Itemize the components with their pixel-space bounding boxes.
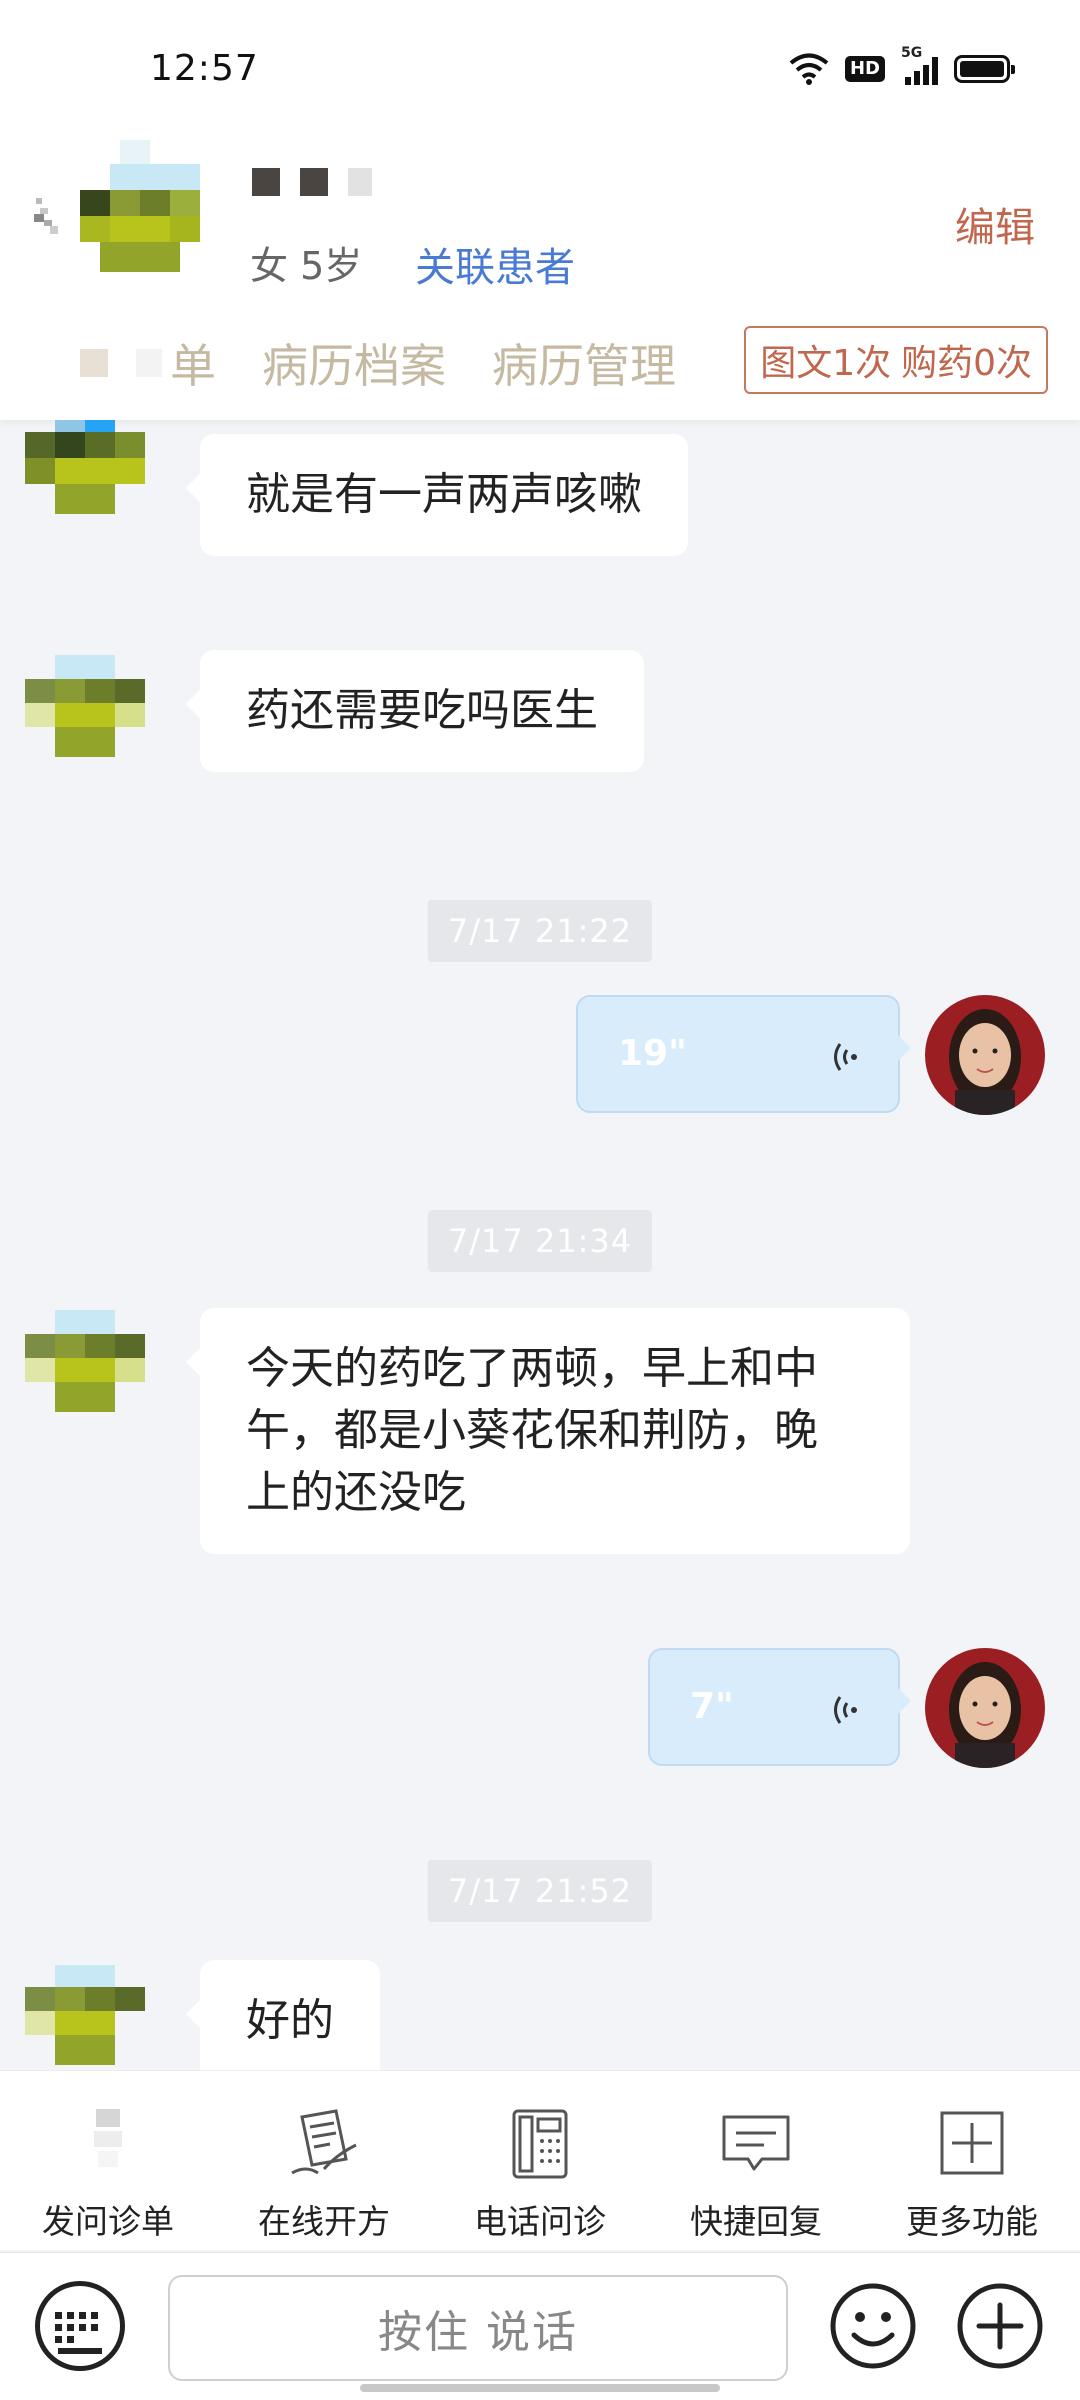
online-prescription-button[interactable]: 在线开方 [216,2071,432,2250]
voice-wave-icon [834,1043,857,1071]
patient-header: 女 5岁 关联患者 编辑 单 病历档案 病历管理 图文1次 购药0次 [0,140,1080,420]
tool-label: 发问诊单 [42,2202,174,2241]
patient-message-avatar[interactable] [25,420,170,530]
tool-label: 更多功能 [906,2202,1038,2241]
tool-label: 快捷回复 [690,2202,822,2241]
tab-order[interactable]: 单 [80,330,216,396]
service-count-badge[interactable]: 图文1次 购药0次 [744,326,1048,394]
more-functions-icon [940,2111,1004,2175]
purchase-count: 购药0次 [901,343,1032,384]
patient-name-redacted [252,168,372,198]
keyboard-toggle-icon[interactable] [35,2281,125,2371]
message-line: 今天的药吃了两顿，早上和中 [246,1343,818,1394]
voice-message[interactable]: 7" [648,1648,911,1766]
status-icons: HD 5G [789,45,1015,86]
cell-signal-icon: 5G [901,45,938,85]
wifi-icon [789,53,829,85]
voice-duration: 7" [690,1686,734,1727]
tab-order-label: 单 [170,339,216,393]
battery-icon [954,55,1015,83]
function-toolbar: 发问诊单 在线开方 电话问诊 快捷回复 更多功能 [0,2070,1080,2250]
message-bubble[interactable]: 好的 [186,1960,380,2070]
message-line: 上的还没吃 [246,1467,466,1518]
phone-consult-button[interactable]: 电话问诊 [432,2071,648,2250]
hd-badge: HD [844,56,885,82]
voice-wave-icon [834,1696,857,1724]
doctor-avatar[interactable] [925,995,1045,1115]
back-icon[interactable] [30,190,70,246]
questionnaire-icon [94,2109,122,2167]
link-patient-button[interactable]: 关联患者 [415,235,575,293]
voice-duration: 19" [618,1033,687,1074]
plus-icon[interactable] [955,2281,1045,2371]
message-timestamp: 7/17 21:52 [427,1860,653,1922]
message-timestamp: 7/17 21:22 [427,900,653,962]
input-bar: 按住 说话 [0,2252,1080,2400]
tab-medical-records[interactable]: 病历档案 [262,330,446,396]
tool-label: 在线开方 [258,2202,390,2241]
quick-reply-icon [722,2115,790,2171]
patient-gender-age: 女 5岁 [250,244,363,288]
patient-message-avatar[interactable] [25,655,170,775]
send-questionnaire-button[interactable]: 发问诊单 [0,2071,216,2250]
emoji-icon[interactable] [828,2281,918,2371]
chat-area[interactable]: 就是有一声两声咳嗽 药还需要吃吗医生 7/17 21:22 19" 7/17 2… [0,420,1080,2070]
phone-icon [512,2109,568,2179]
hold-to-talk-button[interactable]: 按住 说话 [168,2275,788,2381]
home-indicator [360,2384,720,2392]
message-bubble[interactable]: 药还需要吃吗医生 [186,650,644,772]
prescription-icon [291,2109,357,2175]
message-bubble[interactable]: 今天的药吃了两顿，早上和中 午，都是小葵花保和荆防，晚 上的还没吃 [186,1308,910,1554]
status-time: 12:57 [150,48,259,89]
consult-count: 图文1次 [760,343,892,384]
message-timestamp: 7/17 21:34 [427,1210,653,1272]
patient-avatar[interactable] [80,140,225,285]
message-line: 午，都是小葵花保和荆防，晚 [246,1405,818,1456]
tool-label: 电话问诊 [474,2202,606,2241]
edit-button[interactable]: 编辑 [955,195,1035,253]
more-functions-button[interactable]: 更多功能 [864,2071,1080,2250]
doctor-avatar[interactable] [925,1648,1045,1768]
patient-message-avatar[interactable] [25,1965,170,2070]
message-bubble[interactable]: 就是有一声两声咳嗽 [186,434,688,556]
tab-record-management[interactable]: 病历管理 [492,330,676,396]
status-bar: 12:57 HD 5G [0,0,1080,140]
quick-reply-button[interactable]: 快捷回复 [648,2071,864,2250]
voice-message[interactable]: 19" [576,995,911,1113]
record-tabs: 单 病历档案 病历管理 [80,330,676,396]
patient-message-avatar[interactable] [25,1310,170,1430]
